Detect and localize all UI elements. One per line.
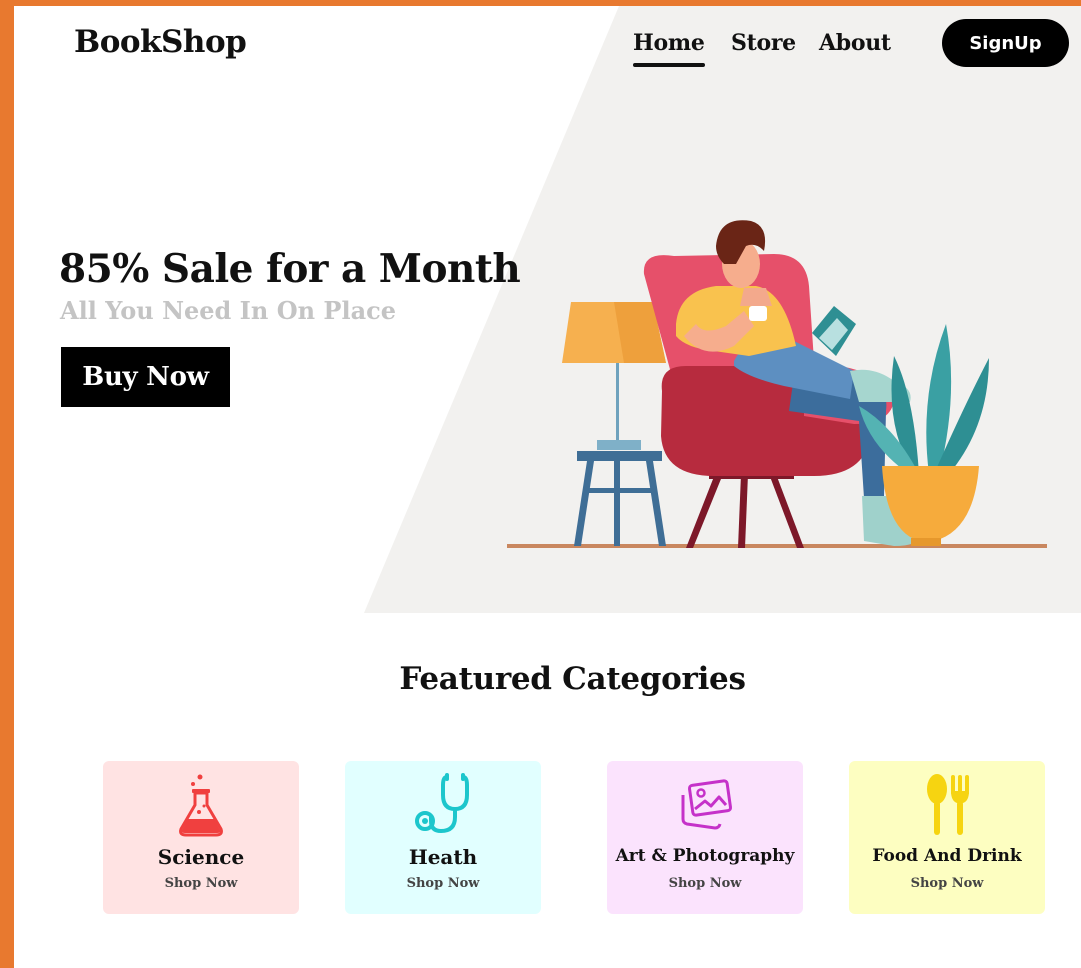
signup-button[interactable]: SignUp — [942, 19, 1069, 67]
nav-store-link[interactable]: Store — [731, 30, 796, 56]
page: BookShop Home Store About SignUp 85% Sal… — [14, 6, 1081, 968]
category-card-art-photography[interactable]: Art & Photography Shop Now — [607, 761, 803, 914]
category-name: Art & Photography — [615, 846, 795, 866]
shop-now-link[interactable]: Shop Now — [607, 876, 803, 891]
nav-about-link[interactable]: About — [819, 30, 891, 56]
category-name: Food And Drink — [872, 846, 1022, 866]
stethoscope-icon — [345, 771, 541, 837]
shop-now-link[interactable]: Shop Now — [345, 876, 541, 891]
featured-categories-title: Featured Categories — [399, 661, 746, 697]
category-card-food-drink[interactable]: Food And Drink Shop Now — [849, 761, 1045, 914]
reading-person-illustration — [507, 220, 1047, 548]
side-table-illustration — [574, 451, 666, 546]
image-icon — [607, 771, 803, 837]
category-name: Heath — [408, 845, 478, 869]
flask-icon — [103, 771, 299, 837]
shop-now-link[interactable]: Shop Now — [849, 876, 1045, 891]
hero-subline: All You Need In On Place — [60, 296, 397, 325]
category-card-health[interactable]: Heath Shop Now — [345, 761, 541, 914]
floor-lamp-illustration — [562, 302, 666, 450]
category-name: Science — [157, 845, 245, 869]
category-card-science[interactable]: Science Shop Now — [103, 761, 299, 914]
site-logo[interactable]: BookShop — [74, 24, 247, 60]
buy-now-button[interactable]: Buy Now — [61, 347, 230, 407]
spoon-fork-icon — [849, 771, 1045, 837]
hero-headline: 85% Sale for a Month — [59, 246, 521, 292]
nav-home-link[interactable]: Home — [633, 30, 705, 67]
shop-now-link[interactable]: Shop Now — [103, 876, 299, 891]
